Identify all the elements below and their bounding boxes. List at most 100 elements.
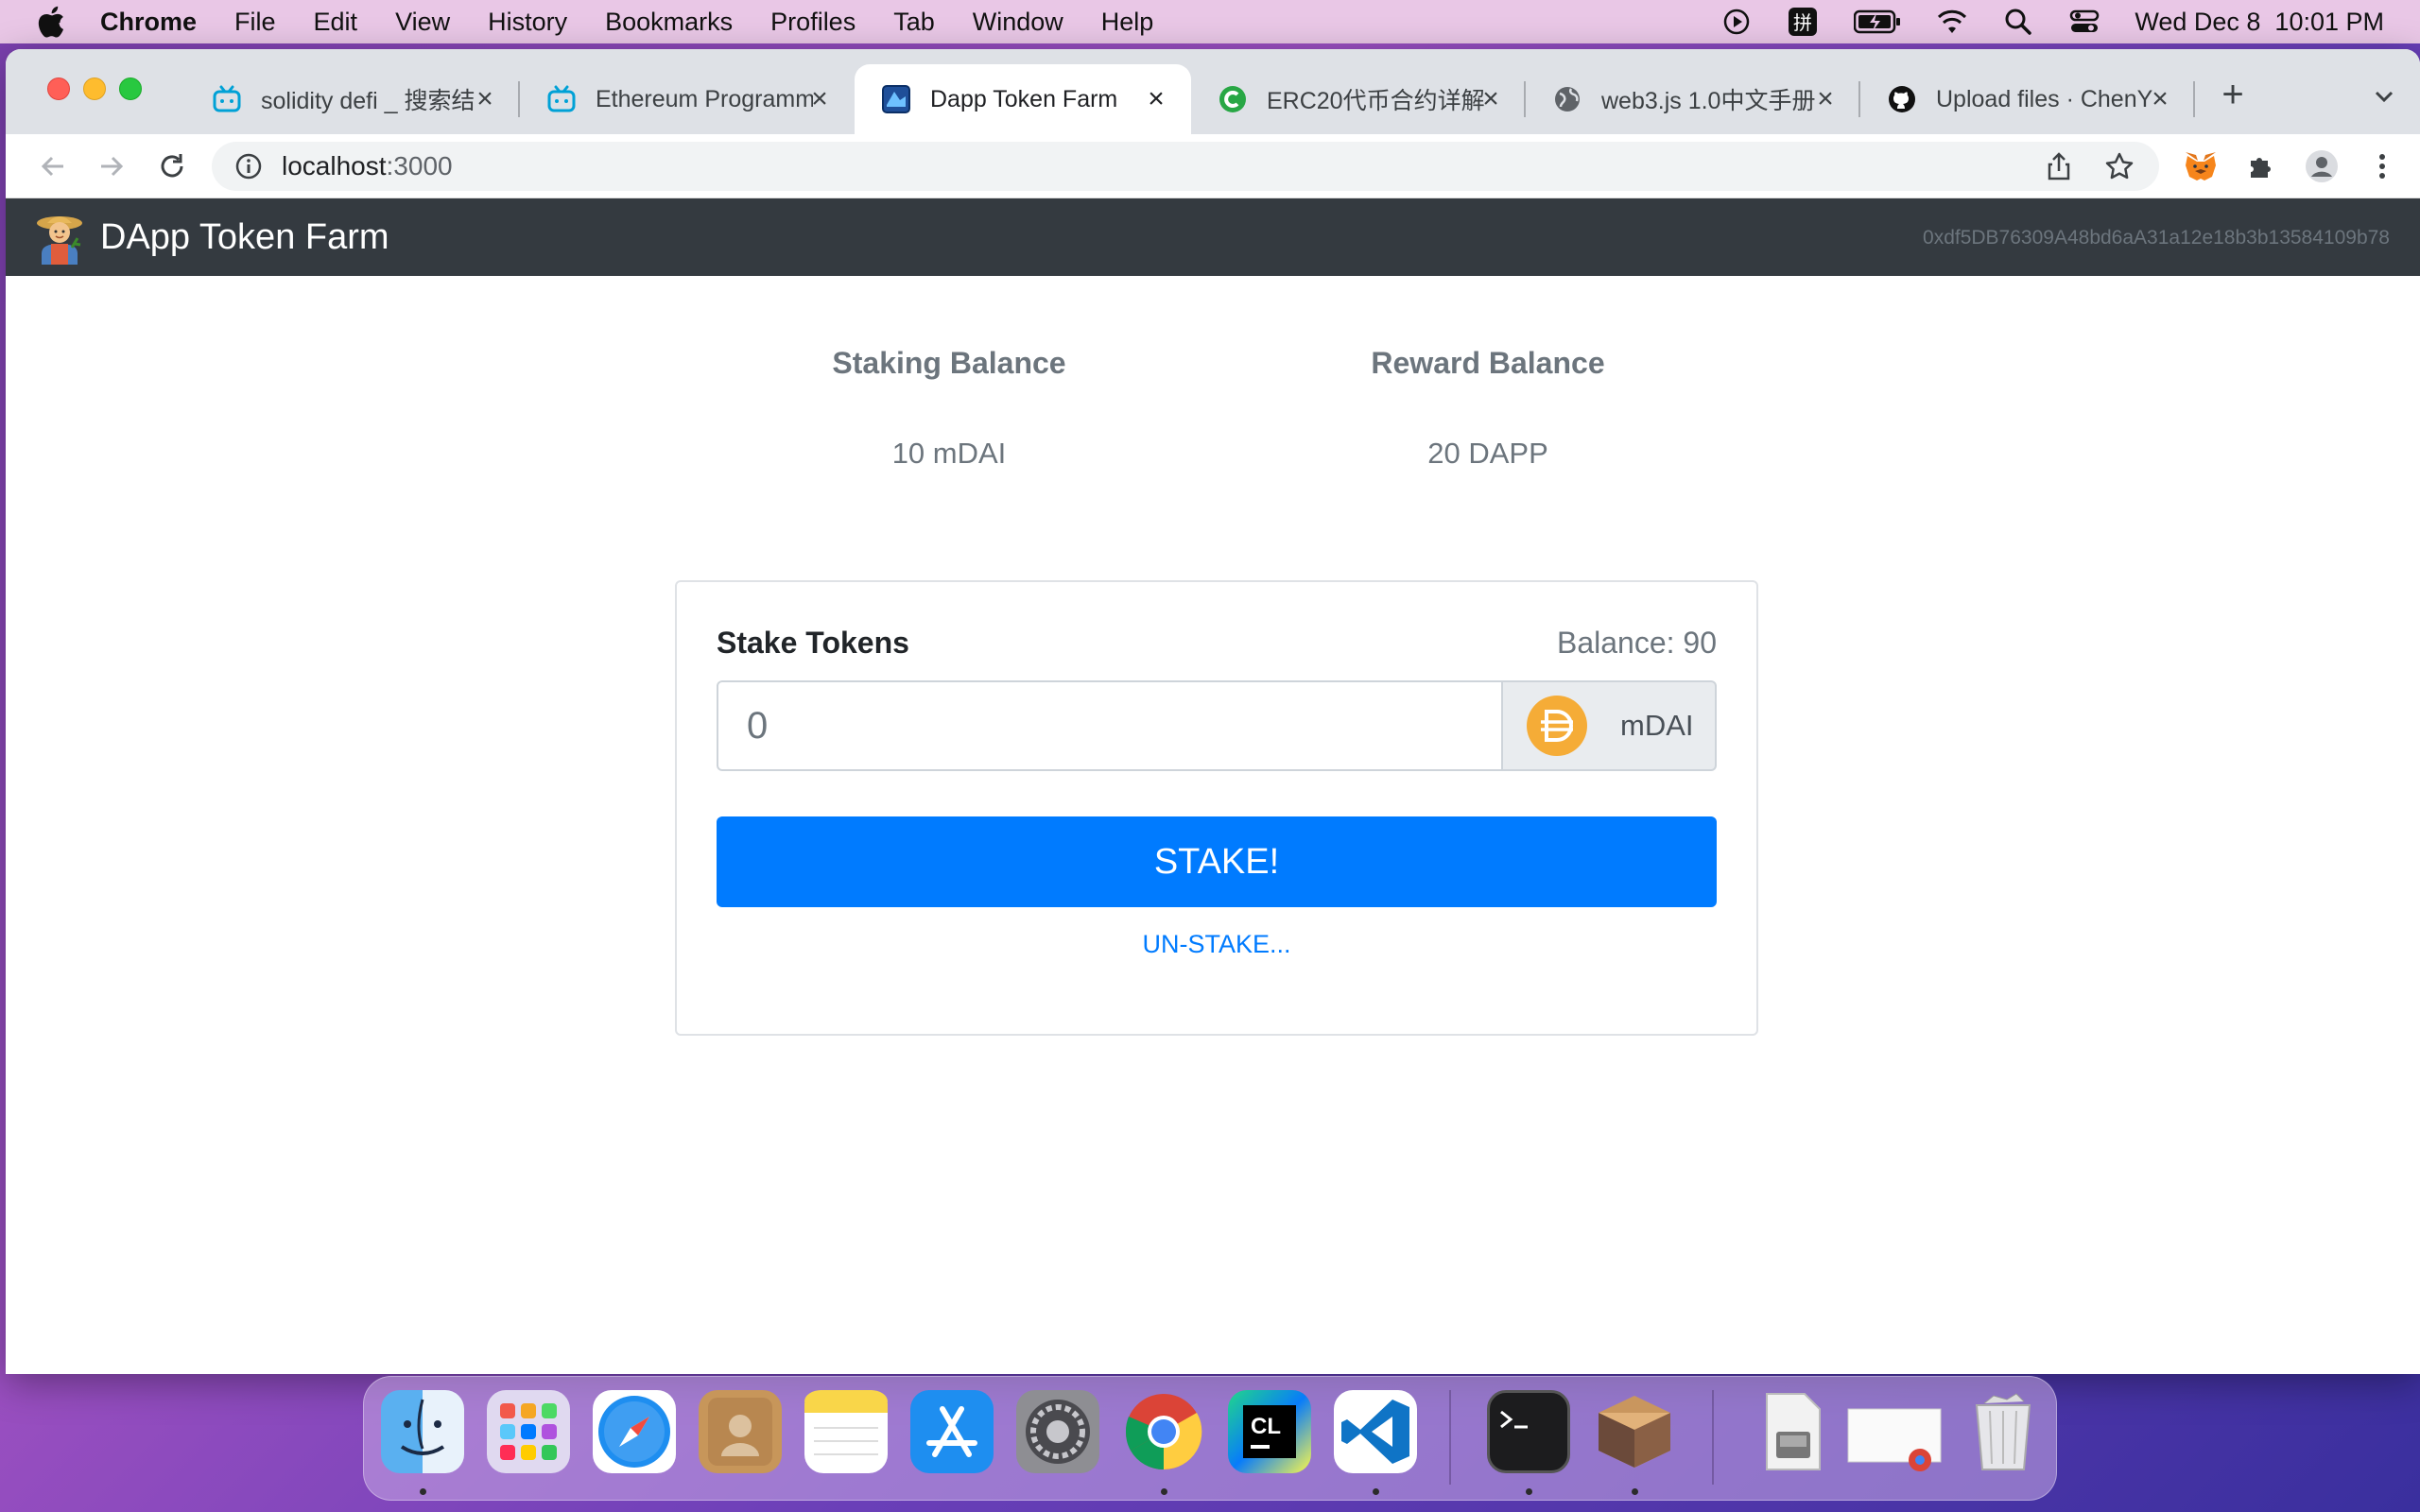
site-info-icon[interactable] <box>234 152 263 180</box>
menu-tab[interactable]: Tab <box>893 8 935 37</box>
trash-icon[interactable] <box>1962 1390 2045 1473</box>
farmer-icon <box>32 210 87 265</box>
menu-profiles[interactable]: Profiles <box>770 8 856 37</box>
back-arrow-icon[interactable] <box>34 147 72 185</box>
box-app-icon[interactable] <box>1593 1390 1676 1473</box>
menu-window[interactable]: Window <box>973 8 1063 37</box>
browser-toolbar: localhost:3000 <box>6 134 2420 198</box>
reload-icon[interactable] <box>153 147 191 185</box>
bookmark-star-icon[interactable] <box>2100 147 2138 185</box>
macos-dock: CL <box>363 1376 2057 1501</box>
close-tab-icon[interactable]: × <box>805 83 834 114</box>
tab-github-upload[interactable]: Upload files · ChenY × <box>1860 64 2195 134</box>
tab-ethereum-programming[interactable]: Ethereum Programm × <box>520 64 855 134</box>
new-tab-button[interactable]: + <box>2214 76 2252 115</box>
stake-tokens-title: Stake Tokens <box>717 626 909 660</box>
tab-label: ERC20代币合约详解 <box>1267 88 1484 114</box>
window-controls <box>47 77 142 100</box>
vscode-icon[interactable] <box>1334 1390 1417 1473</box>
address-bar[interactable]: localhost:3000 <box>212 142 2159 191</box>
launchpad-icon[interactable] <box>487 1390 570 1473</box>
reward-balance-label: Reward Balance <box>1371 346 1605 380</box>
tab-strip: solidity defi _ 搜索结 × Ethereum Programm … <box>6 49 2420 134</box>
unstake-link-text[interactable]: UN-STAKE... <box>1142 930 1290 958</box>
wallet-balance: Balance: 90 <box>1556 626 1717 660</box>
stake-amount-group: mDAI <box>717 680 1717 771</box>
svg-text:CL: CL <box>1251 1414 1281 1439</box>
extensions-puzzle-icon[interactable] <box>2242 147 2280 185</box>
menu-help[interactable]: Help <box>1101 8 1154 37</box>
menu-history[interactable]: History <box>488 8 567 37</box>
clion-icon[interactable]: CL <box>1228 1390 1311 1473</box>
metamask-fox-icon[interactable] <box>2182 147 2220 185</box>
close-window-button[interactable] <box>47 77 70 100</box>
tab-label: web3.js 1.0中文手册 <box>1601 88 1816 114</box>
stake-amount-input[interactable] <box>717 680 1503 771</box>
tab-search-chevron-icon[interactable] <box>2369 81 2399 112</box>
url-text: localhost:3000 <box>282 151 453 180</box>
bilibili-icon <box>546 84 577 114</box>
tab-solidity-defi[interactable]: solidity defi _ 搜索结 × <box>185 64 520 134</box>
finder-icon[interactable] <box>381 1390 464 1473</box>
token-unit: mDAI <box>1620 709 1694 742</box>
profile-avatar-icon[interactable] <box>2303 147 2341 185</box>
forward-arrow-icon[interactable] <box>93 147 130 185</box>
battery-icon[interactable] <box>1853 6 1902 38</box>
menu-view[interactable]: View <box>395 8 450 37</box>
minimize-window-button[interactable] <box>83 77 106 100</box>
svg-text:拼: 拼 <box>1793 11 1812 34</box>
chrome-window-icon[interactable] <box>1844 1390 1948 1473</box>
macos-menubar: Chrome File Edit View History Bookmarks … <box>0 0 2420 43</box>
terminal-icon[interactable] <box>1487 1390 1570 1473</box>
dai-coin-icon <box>1526 695 1588 757</box>
staking-balance-value: 10 mDAI <box>891 437 1007 470</box>
control-center-icon[interactable] <box>2068 6 2100 38</box>
play-icon[interactable] <box>1720 6 1753 38</box>
token-addon: mDAI <box>1503 680 1717 771</box>
close-tab-icon[interactable]: × <box>1142 83 1170 114</box>
tab-label: Ethereum Programm <box>596 85 813 112</box>
dapp-icon <box>881 84 911 114</box>
reward-balance-value: 20 DAPP <box>1427 437 1548 470</box>
tab-label: Upload files · ChenY <box>1936 85 2153 112</box>
browser-window: solidity defi _ 搜索结 × Ethereum Programm … <box>6 49 2420 1374</box>
apple-icon[interactable] <box>34 5 68 39</box>
app-store-icon[interactable] <box>910 1390 994 1473</box>
menubar-clock[interactable]: Wed Dec 8 10:01 PM <box>2135 8 2384 37</box>
spotlight-search-icon[interactable] <box>2002 6 2034 38</box>
c-icon <box>1218 84 1248 114</box>
wifi-icon[interactable] <box>1936 6 1968 38</box>
app-brand[interactable]: DApp Token Farm <box>100 217 389 258</box>
notes-icon[interactable] <box>804 1390 888 1473</box>
globe-icon <box>1552 84 1582 114</box>
main-content: Staking Balance 10 mDAI Reward Balance 2… <box>6 276 2420 1374</box>
tab-label: solidity defi _ 搜索结 <box>261 88 475 114</box>
app-navbar: DApp Token Farm 0xdf5DB76309A48bd6aA31a1… <box>6 198 2420 276</box>
close-tab-icon[interactable]: × <box>1477 83 1505 114</box>
menu-app-name[interactable]: Chrome <box>100 8 197 37</box>
disk-image-icon[interactable] <box>1750 1390 1833 1473</box>
safari-icon[interactable] <box>593 1390 676 1473</box>
tab-web3js-manual[interactable]: web3.js 1.0中文手册 × <box>1526 64 1860 134</box>
menu-edit[interactable]: Edit <box>314 8 358 37</box>
kebab-menu-icon[interactable] <box>2363 147 2401 185</box>
close-tab-icon[interactable]: × <box>2146 83 2174 114</box>
contacts-icon[interactable] <box>699 1390 782 1473</box>
tab-dapp-token-farm[interactable]: Dapp Token Farm × <box>855 64 1191 134</box>
input-method-icon[interactable]: 拼 <box>1787 6 1819 38</box>
close-tab-icon[interactable]: × <box>1811 83 1840 114</box>
tab-label: Dapp Token Farm <box>930 85 1118 112</box>
share-icon[interactable] <box>2040 147 2078 185</box>
menu-bookmarks[interactable]: Bookmarks <box>605 8 733 37</box>
chrome-icon[interactable] <box>1122 1390 1205 1473</box>
maximize-window-button[interactable] <box>119 77 142 100</box>
bilibili-icon <box>212 84 242 114</box>
stake-button[interactable]: STAKE! <box>717 816 1717 907</box>
tab-erc20-contract[interactable]: ERC20代币合约详解 × <box>1191 64 1526 134</box>
close-tab-icon[interactable]: × <box>471 83 499 114</box>
stake-card: Stake Tokens Balance: 90 mDAI STAKE! UN-… <box>675 580 1758 1036</box>
system-preferences-icon[interactable] <box>1016 1390 1099 1473</box>
staking-balance-label: Staking Balance <box>832 346 1066 380</box>
menu-file[interactable]: File <box>234 8 276 37</box>
unstake-link: UN-STAKE... <box>677 930 1756 959</box>
